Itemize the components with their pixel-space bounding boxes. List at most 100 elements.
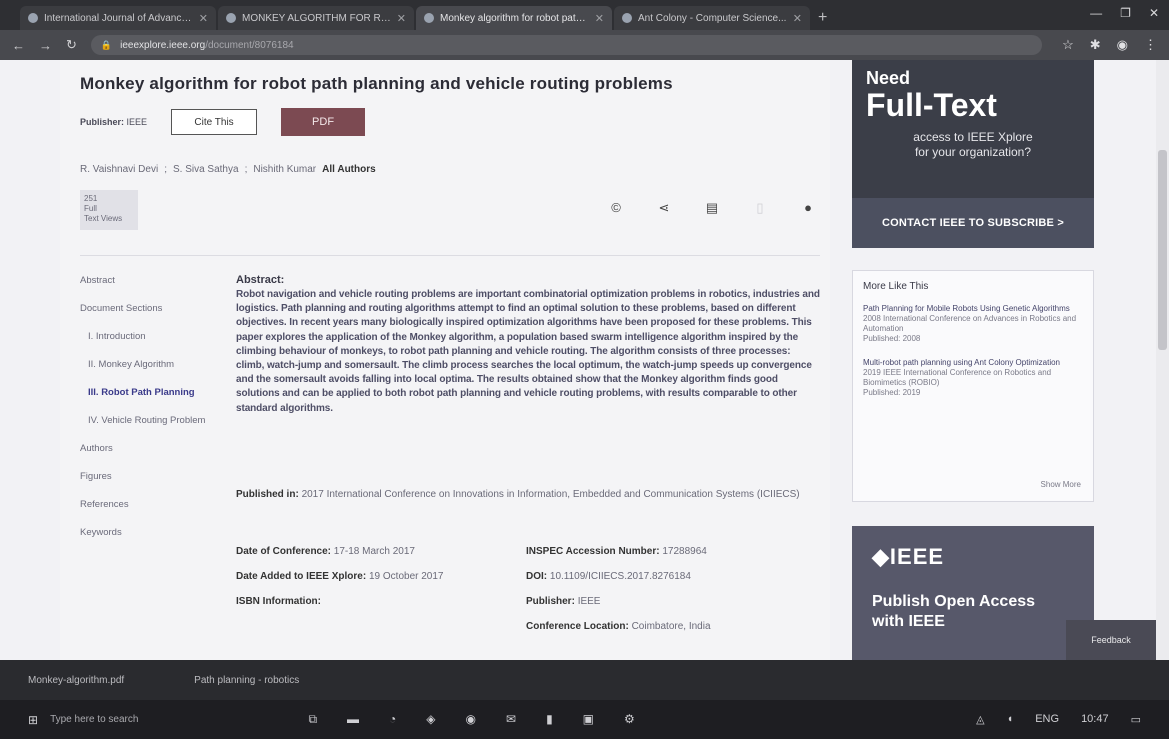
date-of-conference: Date of Conference: 17-18 March 2017 [236, 546, 415, 557]
sidenav-item-vehicle-routing[interactable]: IV. Vehicle Routing Problem [80, 414, 220, 428]
full-text-ad[interactable]: Need Full-Text access to IEEE Xplore for… [852, 60, 1094, 248]
sidenav-item-figures[interactable]: Figures [80, 470, 220, 484]
abstract-section: Abstract: Robot navigation and vehicle r… [236, 274, 821, 416]
document-sidenav: Abstract Document Sections I. Introducti… [80, 274, 220, 554]
publisher-info: Publisher: IEEE [80, 117, 148, 127]
url-field[interactable]: 🔒 ieeexplore.ieee.org /document/8076184 [90, 35, 1043, 55]
close-window-icon[interactable]: ✕ [1149, 6, 1159, 20]
abstract-heading: Abstract: [236, 274, 285, 286]
maximize-icon[interactable]: ❐ [1120, 6, 1131, 20]
author-link[interactable]: S. Siva Sathya [173, 164, 239, 175]
sidenav-item-robot-path-planning[interactable]: III. Robot Path Planning [80, 386, 220, 400]
minimize-icon[interactable]: — [1090, 6, 1102, 20]
browser-tab[interactable]: Ant Colony - Computer Science... ✕ [614, 6, 810, 30]
photos-icon[interactable]: ▣ [583, 712, 594, 727]
address-bar-row: ← → ↻ 🔒 ieeexplore.ieee.org /document/80… [0, 30, 1169, 60]
file-explorer-icon[interactable]: ▬ [347, 712, 359, 727]
close-tab-icon[interactable]: ✕ [199, 12, 208, 25]
conference-location: Conference Location: Coimbatore, India [526, 621, 711, 632]
chrome-icon[interactable]: ◉ [466, 712, 476, 727]
author-link[interactable]: Nishith Kumar [253, 164, 316, 175]
alert-icon[interactable]: ▯ [752, 200, 768, 216]
bookmark-star-icon[interactable]: ☆ [1062, 37, 1074, 53]
feedback-button[interactable]: Feedback [1066, 620, 1156, 660]
published-in-link[interactable]: 2017 International Conference on Innovat… [302, 489, 800, 500]
new-tab-icon[interactable]: + [818, 9, 827, 27]
word-icon[interactable]: ▮ [546, 712, 553, 727]
tab-label: Monkey algorithm for robot path... [440, 12, 589, 24]
show-more-link[interactable]: Show More [1041, 480, 1081, 489]
taskbar-search[interactable]: Type here to search [50, 714, 138, 725]
back-icon[interactable]: ← [12, 38, 25, 53]
print-icon[interactable]: ▤ [704, 200, 720, 216]
window-controls: — ❐ ✕ [1090, 6, 1159, 20]
bell-icon[interactable]: ● [800, 200, 816, 216]
scrollbar[interactable] [1156, 60, 1169, 660]
more-like-this-heading: More Like This [863, 281, 929, 292]
url-path: /document/8076184 [205, 39, 294, 51]
list-item[interactable]: Path Planning for Mobile Robots Using Ge… [863, 304, 1083, 344]
close-tab-icon[interactable]: ✕ [793, 12, 802, 25]
author-link[interactable]: R. Vaishnavi Devi [80, 164, 158, 175]
doi: DOI: 10.1109/ICIIECS.2017.8276184 [526, 571, 691, 582]
browser-tab[interactable]: International Journal of Advanced... ✕ [20, 6, 216, 30]
edge-icon[interactable]: ◔ [389, 712, 396, 727]
abstract-text: Robot navigation and vehicle routing pro… [236, 289, 820, 414]
browser-tab-active[interactable]: Monkey algorithm for robot path... ✕ [416, 6, 612, 30]
open-access-ad[interactable]: ◆IEEE Publish Open Access with IEEE [852, 526, 1094, 660]
menu-kebab-icon[interactable]: ⋮ [1144, 37, 1157, 53]
favicon-icon [28, 13, 38, 23]
all-authors-link[interactable]: All Authors [322, 164, 376, 175]
sidenav-item-abstract[interactable]: Abstract [80, 274, 220, 288]
isbn-information[interactable]: ISBN Information: [236, 596, 526, 607]
settings-icon[interactable]: ⚙ [624, 712, 635, 727]
paper-title: Monkey algorithm for robot path planning… [80, 74, 673, 93]
mail-icon[interactable]: ✉ [506, 712, 516, 727]
favicon-icon [424, 13, 434, 23]
text-views-metric: 251 Full Text Views [80, 190, 138, 230]
volume-icon[interactable]: ◖ [1007, 713, 1014, 726]
doi-link[interactable]: 10.1109/ICIIECS.2017.8276184 [550, 571, 691, 582]
cite-this-button[interactable]: Cite This [171, 109, 258, 135]
sidenav-item-introduction[interactable]: I. Introduction [80, 330, 220, 344]
network-icon[interactable]: ◬ [976, 713, 984, 726]
language-indicator[interactable]: ENG [1035, 713, 1059, 726]
share-icon[interactable]: ⋖ [656, 200, 672, 216]
sidenav-item-keywords[interactable]: Keywords [80, 526, 220, 540]
tab-label: Ant Colony - Computer Science... [638, 12, 787, 24]
pdf-button[interactable]: PDF [281, 108, 366, 136]
download-item[interactable]: Monkey-algorithm.pdf [28, 675, 124, 686]
reload-icon[interactable]: ↻ [66, 37, 77, 53]
extension-icon[interactable]: ✱ [1090, 37, 1101, 53]
url-host: ieeexplore.ieee.org [120, 39, 206, 51]
forward-icon[interactable]: → [39, 38, 52, 53]
document-content: Monkey algorithm for robot path planning… [60, 60, 830, 660]
sidenav-item-authors[interactable]: Authors [80, 442, 220, 456]
date-added: Date Added to IEEE Xplore: 19 October 20… [236, 571, 444, 582]
favicon-icon [226, 13, 236, 23]
close-tab-icon[interactable]: ✕ [397, 12, 406, 25]
profile-icon[interactable]: ◉ [1117, 37, 1128, 53]
published-in: Published in: 2017 International Confere… [236, 489, 800, 500]
start-icon[interactable]: ⊞ [28, 713, 38, 727]
clock[interactable]: 10:47 [1081, 713, 1109, 726]
contact-subscribe-button[interactable]: CONTACT IEEE TO SUBSCRIBE > [852, 198, 1094, 248]
sidenav-item-monkey-algorithm[interactable]: II. Monkey Algorithm [80, 358, 220, 372]
favicon-icon [622, 13, 632, 23]
task-view-icon[interactable]: ⧉ [308, 712, 317, 727]
notifications-icon[interactable]: ▭ [1131, 713, 1141, 726]
download-item[interactable]: Path planning - robotics [194, 675, 299, 686]
copyright-icon[interactable]: © [608, 200, 624, 216]
sidenav-item-sections[interactable]: Document Sections [80, 302, 220, 316]
more-like-this: More Like This Path Planning for Mobile … [852, 270, 1094, 502]
author-list: R. Vaishnavi Devi; S. Siva Sathya; Nishi… [80, 164, 376, 175]
publisher-row: Publisher: IEEE Cite This PDF [80, 108, 366, 136]
close-tab-icon[interactable]: ✕ [595, 12, 604, 25]
browser-tab[interactable]: MONKEY ALGORITHM FOR ROBOT... ✕ [218, 6, 414, 30]
store-icon[interactable]: ◈ [426, 712, 435, 727]
sidenav-item-references[interactable]: References [80, 498, 220, 512]
taskbar: ⊞ Type here to search ⧉ ▬ ◔ ◈ ◉ ✉ ▮ ▣ ⚙ … [0, 700, 1169, 739]
scrollbar-thumb[interactable] [1158, 150, 1167, 350]
ieee-logo: ◆IEEE [872, 544, 945, 569]
list-item[interactable]: Multi-robot path planning using Ant Colo… [863, 358, 1083, 398]
